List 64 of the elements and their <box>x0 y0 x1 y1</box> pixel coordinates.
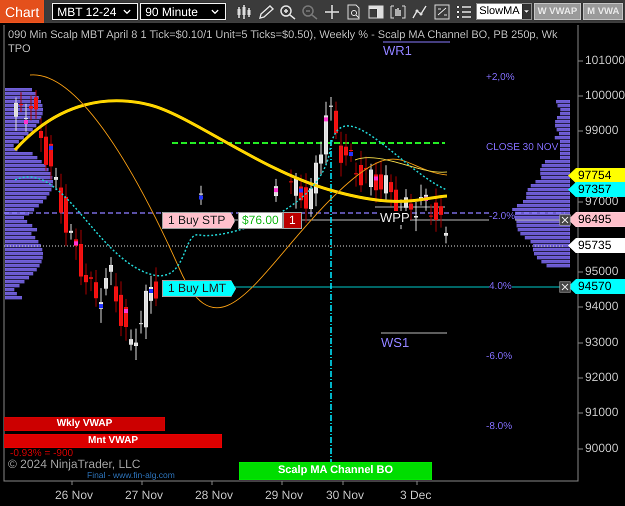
percent-label: -8.0% <box>486 421 512 432</box>
percent-label: CLOSE 30 NOV <box>486 142 558 153</box>
order-label[interactable]: 1 Buy STP <box>162 212 236 230</box>
caret-icon <box>209 6 222 16</box>
pivot-line <box>380 332 448 334</box>
vwap-bar: Mnt VWAP <box>4 434 222 448</box>
axis-label: 95000 <box>585 265 618 278</box>
close-icon[interactable] <box>559 281 571 293</box>
axis-label: 90000 <box>585 442 618 456</box>
chart-title: TPO <box>8 43 31 56</box>
axis-label: 30 Nov <box>326 489 364 502</box>
percent-label: 4.0% <box>489 281 512 292</box>
price-label: 97754 <box>568 168 625 184</box>
price-label: 96495 <box>568 212 625 228</box>
axis-label: 94000 <box>585 300 618 314</box>
candlestick <box>199 185 203 206</box>
axis-label: 92000 <box>585 371 618 384</box>
list-icon[interactable] <box>455 4 474 20</box>
interval-dropdown[interactable]: 90 Minute <box>140 3 226 20</box>
price-label: 95735 <box>568 238 625 254</box>
strategy-icon[interactable] <box>433 4 452 20</box>
chart-title: 090 Min Scalp MBT April 8 1 Tick=$0.10/1 Unit=5 Ticks=$0.50), Weekly % - Scalp MA Channel BO, PB 250p, Wk <box>8 29 558 42</box>
crosshair-icon[interactable] <box>323 4 342 20</box>
axis-label: 27 Nov <box>125 489 164 502</box>
price-label: 97357 <box>568 182 625 198</box>
quantity-badge: 1 <box>283 212 302 230</box>
pencil-icon[interactable] <box>257 4 276 20</box>
axis-label: 28 Nov <box>195 489 234 502</box>
candlestick <box>274 178 278 202</box>
window-icon[interactable] <box>367 4 386 20</box>
close-icon[interactable] <box>559 214 571 226</box>
footer-link[interactable]: Final - www.fin-alg.com <box>87 471 175 480</box>
caret-icon <box>121 6 134 16</box>
strategy-banner: Scalp MA Channel BO <box>239 462 432 480</box>
bracket-bars-icon[interactable] <box>389 4 408 20</box>
axis-label: 3 Dec <box>400 489 432 502</box>
axis-label: 26 Nov <box>55 489 94 502</box>
axis-label: 99000 <box>585 124 618 138</box>
vwap-bar: Wkly VWAP <box>4 417 165 431</box>
chart-tab[interactable]: Chart <box>0 0 44 23</box>
copyright-text: © 2024 NinjaTrader, LLC <box>8 458 140 472</box>
price-label: 94570 <box>568 279 625 294</box>
instrument-dropdown[interactable]: MBT 12-24 <box>52 3 138 20</box>
axis-label: 91000 <box>585 406 618 420</box>
zoom-in-icon[interactable] <box>279 4 298 20</box>
axis-label: 29 Nov <box>265 489 304 502</box>
indicator-select[interactable]: SlowMA <box>476 3 532 20</box>
pivot-label: WR1 <box>383 44 412 58</box>
pivot-label: WS1 <box>381 336 410 350</box>
axis-label: 100000 <box>585 89 625 102</box>
candles-icon[interactable] <box>235 4 254 20</box>
pnl-value: $76.00 <box>238 212 283 230</box>
axis-label: 101000 <box>585 54 625 68</box>
caret-icon <box>522 8 530 15</box>
percent-label: +2,0% <box>486 72 515 83</box>
axis-label: 97000 <box>585 195 618 208</box>
percent-label: -2.0% <box>489 211 516 222</box>
pnl-text: -0.93% = -900 <box>10 448 74 459</box>
percent-label: -6.0% <box>486 351 512 362</box>
order-label[interactable]: 1 Buy LMT <box>162 280 236 298</box>
axis-label: 93000 <box>585 336 618 350</box>
pivot-line <box>374 206 446 208</box>
pivot-label: WPP <box>380 211 410 226</box>
line-chart-icon[interactable] <box>411 4 430 20</box>
